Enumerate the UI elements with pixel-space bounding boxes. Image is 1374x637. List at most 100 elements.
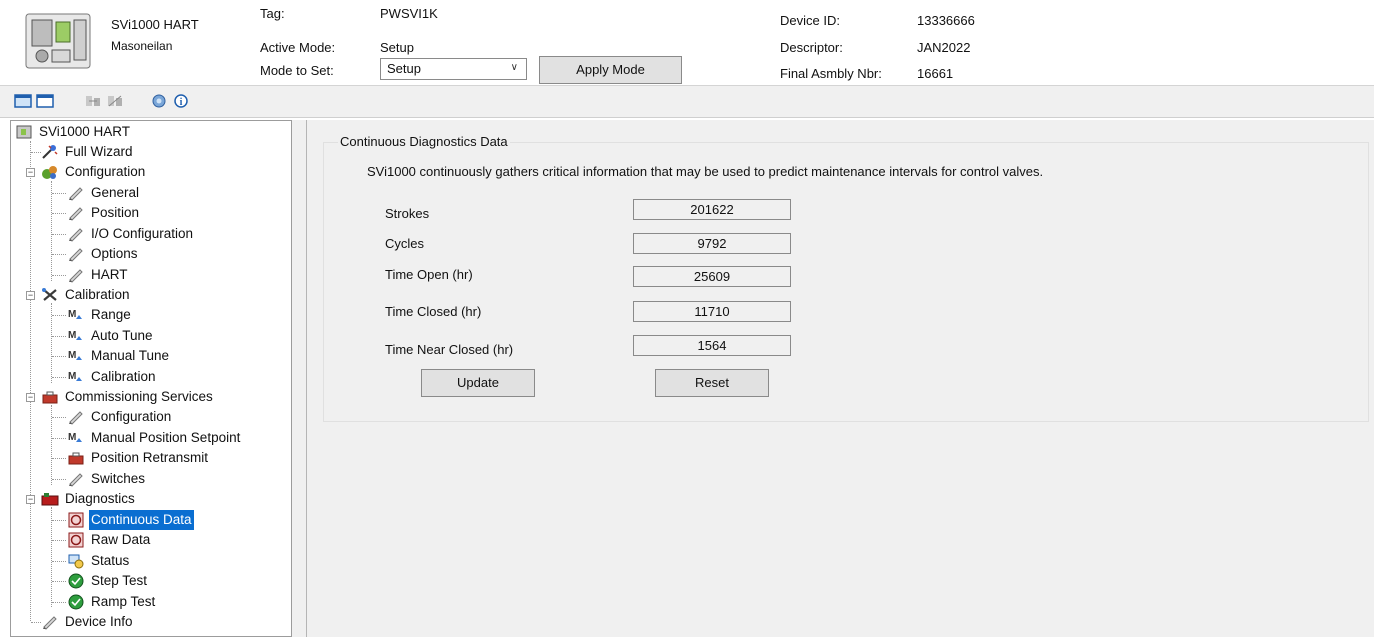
tree-item-root[interactable]: SVi1000 HART [15, 122, 132, 142]
tree-label: Configuration [65, 164, 146, 179]
svg-text:M: M [68, 371, 76, 382]
tree-item-diagnostics[interactable]: Diagnostics [41, 489, 137, 509]
pencil-icon [69, 473, 83, 487]
active-mode-value: Setup [380, 40, 414, 55]
tree-item-hart[interactable]: HART [67, 265, 130, 285]
tree-item-auto-tune[interactable]: M Auto Tune [67, 326, 155, 346]
svg-text:M: M [68, 350, 76, 361]
tree-item-commissioning-services[interactable]: Commissioning Services [41, 387, 215, 407]
tree-item-position[interactable]: Position [67, 203, 141, 223]
tree-label: Calibration [91, 369, 156, 384]
apply-mode-button[interactable]: Apply Mode [539, 56, 682, 84]
diagnostics-icon [41, 493, 59, 506]
panel-splitter[interactable] [292, 120, 306, 637]
pencil-icon [69, 228, 83, 242]
tree-item-device-info[interactable]: Device Info [41, 612, 135, 632]
description-text: SVi1000 continuously gathers critical in… [367, 164, 1044, 179]
test-icon [68, 594, 84, 610]
tree-item-step-test[interactable]: Step Test [67, 571, 149, 591]
tree-item-full-wizard[interactable]: Full Wizard [41, 142, 135, 162]
tree-item-ramp-test[interactable]: Ramp Test [67, 592, 157, 612]
time-near-closed-value: 1564 [633, 335, 791, 356]
tree-label: Switches [91, 471, 146, 486]
tree-item-io-configuration[interactable]: I/O Configuration [67, 224, 195, 244]
tree-label: Device Info [65, 614, 133, 629]
svg-text:M: M [68, 309, 76, 320]
svg-text:M: M [68, 330, 76, 341]
strokes-label: Strokes [385, 206, 430, 221]
tree-label: I/O Configuration [91, 226, 194, 241]
tree-item-configuration[interactable]: Configuration [41, 162, 147, 182]
pencil-icon [69, 187, 83, 201]
descriptor-value: JAN2022 [917, 40, 971, 55]
tag-label: Tag: [260, 6, 285, 21]
tree-label: Continuous Data [89, 510, 194, 530]
tag-value: PWSVI1K [380, 6, 438, 21]
pencil-icon [69, 248, 83, 262]
device-id-label: Device ID: [780, 13, 840, 28]
cycles-value: 9792 [633, 233, 791, 254]
manufacturer: Masoneilan [111, 39, 173, 53]
tree-label: Range [91, 307, 131, 322]
toolbox-icon [68, 452, 84, 465]
test-icon [68, 573, 84, 589]
tree-label: Manual Tune [91, 348, 170, 363]
configuration-icon [42, 166, 57, 179]
panel-view-alt-icon[interactable] [36, 94, 54, 108]
time-open-label: Time Open (hr) [385, 267, 473, 282]
connect-icon[interactable] [84, 94, 102, 108]
tuning-icon: M [68, 432, 82, 443]
update-button[interactable]: Update [421, 369, 535, 397]
tree-item-options[interactable]: Options [67, 244, 140, 264]
tools-icon [42, 288, 57, 301]
tree-item-continuous-data[interactable]: Continuous Data [67, 510, 194, 530]
tree-item-general[interactable]: General [67, 183, 141, 203]
reset-button[interactable]: Reset [655, 369, 769, 397]
tree-label: HART [91, 267, 128, 282]
help-icon[interactable] [150, 94, 168, 108]
tree-item-status[interactable]: Status [67, 551, 131, 571]
svg-text:i: i [180, 97, 183, 108]
tree-label: Status [91, 553, 130, 568]
tree-label: Step Test [91, 573, 148, 588]
tree-label: SVi1000 HART [39, 124, 131, 139]
tree-label: Commissioning Services [65, 389, 213, 404]
active-mode-label: Active Mode: [260, 40, 336, 55]
time-closed-value: 11710 [633, 301, 791, 322]
descriptor-label: Descriptor: [780, 40, 843, 55]
mode-to-set-select[interactable]: Setup ∨ [380, 58, 527, 80]
tree-item-comm-configuration[interactable]: Configuration [67, 407, 173, 427]
tree-item-manual-tune[interactable]: M Manual Tune [67, 346, 171, 366]
collapse-icon[interactable]: − [26, 168, 35, 177]
final-assembly-value: 16661 [917, 66, 954, 81]
final-assembly-label: Final Asmbly Nbr: [780, 66, 882, 81]
tree-item-switches[interactable]: Switches [67, 469, 147, 489]
svg-text:M: M [68, 432, 76, 443]
tuning-icon: M [68, 371, 82, 382]
tree-label: Calibration [65, 287, 130, 302]
tree-item-calibration[interactable]: Calibration [41, 285, 132, 305]
collapse-icon[interactable]: − [26, 291, 35, 300]
gauge-icon [68, 512, 84, 528]
pencil-icon [43, 616, 57, 630]
pencil-icon [69, 411, 83, 425]
panel-view-icon[interactable] [14, 94, 32, 108]
collapse-icon[interactable]: − [26, 495, 35, 504]
tree-item-range[interactable]: M Range [67, 305, 133, 325]
device-image-icon [25, 13, 91, 69]
tree-item-calibration-sub[interactable]: M Calibration [67, 367, 158, 387]
chevron-down-icon[interactable]: ∨ [511, 62, 518, 73]
cycles-label: Cycles [385, 236, 425, 251]
collapse-icon[interactable]: − [26, 393, 35, 402]
tree-item-raw-data[interactable]: Raw Data [67, 530, 152, 550]
time-open-value: 25609 [633, 266, 791, 287]
disconnect-icon[interactable] [106, 94, 124, 108]
tree-item-manual-position-setpoint[interactable]: M Manual Position Setpoint [67, 428, 242, 448]
tuning-icon: M [68, 309, 82, 320]
info-icon[interactable]: i [172, 94, 190, 108]
tree-label: Diagnostics [65, 491, 135, 506]
group-title: Continuous Diagnostics Data [338, 134, 510, 149]
wizard-icon [42, 145, 58, 159]
tree-item-position-retransmit[interactable]: Position Retransmit [67, 448, 210, 468]
mode-to-set-label: Mode to Set: [260, 63, 334, 78]
